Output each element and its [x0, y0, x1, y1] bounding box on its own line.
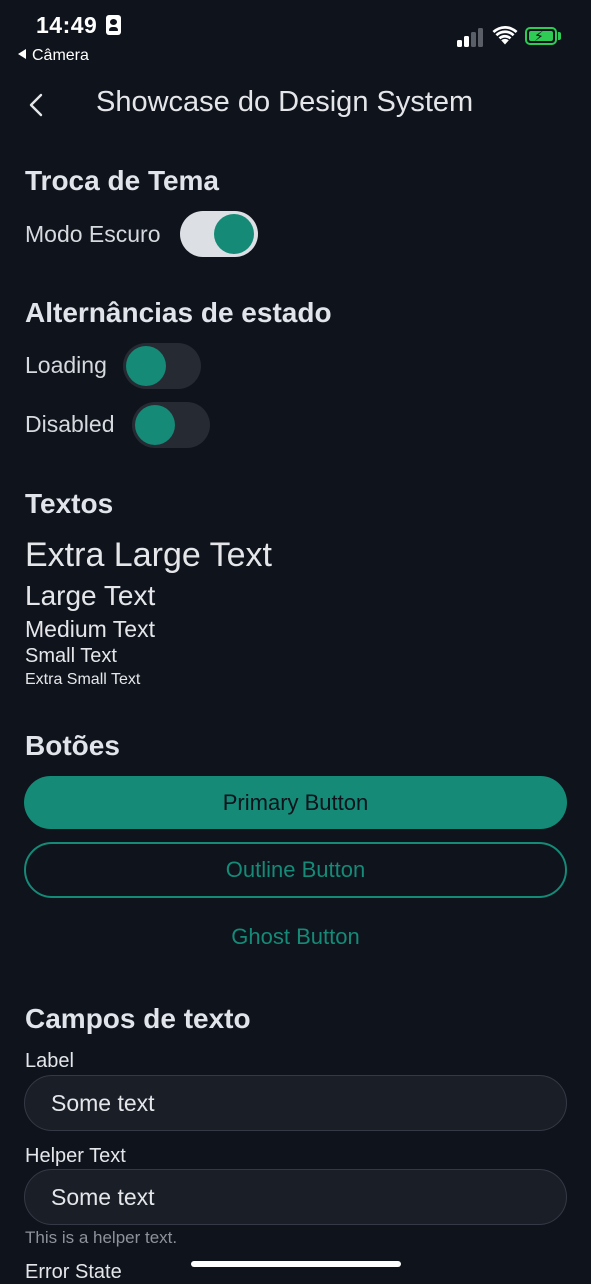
toggle-knob: [126, 346, 166, 386]
dark-mode-label: Modo Escuro: [25, 221, 161, 247]
back-triangle-icon: [18, 49, 26, 59]
field-value: Some text: [51, 1183, 155, 1210]
theme-section-heading: Troca de Tema: [25, 165, 220, 196]
dark-mode-toggle[interactable]: [180, 211, 258, 257]
small-text: Small Text: [25, 645, 117, 667]
extra-small-text: Extra Small Text: [25, 671, 141, 688]
ghost-button[interactable]: Ghost Button: [24, 912, 567, 962]
fields-section-heading: Campos de texto: [25, 1003, 251, 1034]
page-title: Showcase do Design System: [96, 86, 474, 118]
field-label: Helper Text: [25, 1145, 126, 1167]
disabled-label: Disabled: [25, 411, 115, 437]
ghost-button-label: Ghost Button: [231, 924, 360, 949]
extra-large-text: Extra Large Text: [25, 536, 272, 574]
status-time: 14:49: [36, 12, 98, 38]
field-label: Label: [25, 1050, 74, 1072]
field-value: Some text: [51, 1089, 155, 1116]
states-section-heading: Alternâncias de estado: [25, 297, 332, 328]
chevron-left-icon[interactable]: [26, 92, 48, 118]
id-card-icon: [106, 15, 121, 35]
outline-button-label: Outline Button: [225, 857, 366, 882]
cellular-signal-icon: [457, 27, 485, 47]
back-app-label: Câmera: [32, 47, 89, 64]
buttons-section-heading: Botões: [25, 730, 120, 761]
loading-label: Loading: [25, 352, 107, 378]
wifi-icon: [492, 26, 518, 45]
large-text: Large Text: [25, 580, 156, 611]
disabled-toggle[interactable]: [132, 402, 210, 448]
charging-bolt-icon: ⚡: [534, 28, 544, 44]
field-label: Error State: [25, 1261, 122, 1283]
battery-icon: ⚡: [525, 27, 557, 45]
helper-text-field[interactable]: Some text: [24, 1169, 567, 1225]
helper-text: This is a helper text.: [25, 1228, 178, 1247]
toggle-knob: [135, 405, 175, 445]
toggle-knob: [214, 214, 254, 254]
label-text-field[interactable]: Some text: [24, 1075, 567, 1131]
outline-button[interactable]: Outline Button: [24, 842, 567, 898]
back-to-app-link[interactable]: Câmera: [18, 47, 89, 65]
texts-section-heading: Textos: [25, 488, 114, 519]
medium-text: Medium Text: [25, 616, 155, 642]
primary-button[interactable]: Primary Button: [24, 776, 567, 829]
home-indicator[interactable]: [191, 1261, 401, 1267]
loading-toggle[interactable]: [123, 343, 201, 389]
primary-button-label: Primary Button: [222, 789, 369, 815]
